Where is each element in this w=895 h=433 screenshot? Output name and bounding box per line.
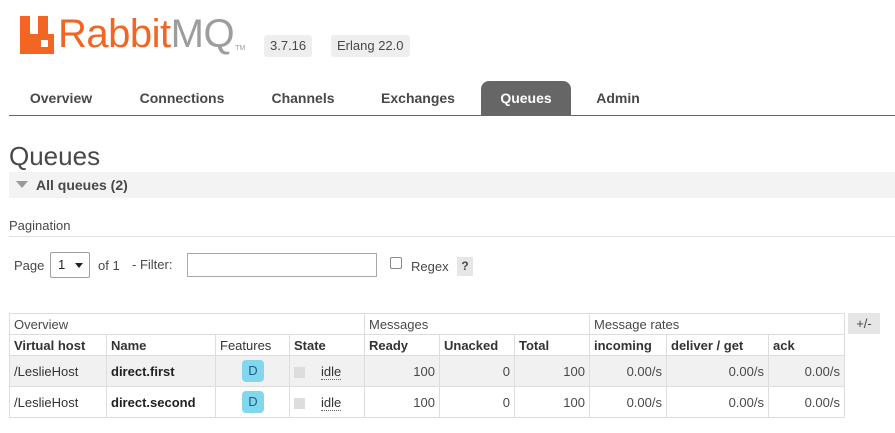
cell-virtual-host: /LeslieHost (9, 386, 107, 418)
column-header-incoming[interactable]: incoming (589, 334, 667, 356)
cell-ack: 0.00/s (768, 386, 845, 418)
regex-help-button[interactable]: ? (457, 257, 473, 276)
cell-deliver-get: 0.00/s (666, 355, 769, 387)
cell-virtual-host: /LeslieHost (9, 355, 107, 387)
erlang-version-badge: Erlang 22.0 (331, 35, 410, 57)
pagination-heading: Pagination (9, 218, 71, 233)
tab-connections[interactable]: Connections (123, 81, 241, 115)
cell-total: 100 (514, 386, 590, 418)
durable-badge: D (242, 391, 264, 413)
page-select[interactable]: 1 (50, 252, 90, 278)
rabbitmq-logo[interactable]: RabbitMQ TM (20, 14, 245, 54)
table-row: /LeslieHost direct.second D idle 100 0 1… (9, 386, 845, 418)
column-header-state[interactable]: State (289, 334, 365, 356)
cell-incoming: 0.00/s (589, 355, 667, 387)
cell-features: D (215, 386, 290, 418)
cell-deliver-get: 0.00/s (666, 386, 769, 418)
column-toggle-button[interactable]: +/- (848, 313, 880, 334)
all-queues-section-toggle[interactable]: All queues (2) (9, 172, 895, 198)
cell-state: idle (289, 355, 365, 387)
state-indicator-icon (294, 397, 305, 409)
cell-ready: 100 (364, 386, 440, 418)
state-text: idle (321, 394, 342, 411)
column-header-ack[interactable]: ack (768, 334, 845, 356)
regex-label: Regex (411, 259, 449, 274)
group-header-overview: Overview (9, 313, 365, 335)
filter-input[interactable] (187, 253, 377, 277)
tab-channels[interactable]: Channels (255, 81, 351, 115)
cell-unacked: 0 (439, 355, 515, 387)
dropdown-arrow-icon (75, 263, 83, 268)
logo-tm: TM (235, 45, 246, 52)
tab-admin[interactable]: Admin (583, 81, 653, 115)
group-header-message-rates: Message rates (589, 313, 845, 335)
tab-queues[interactable]: Queues (481, 81, 571, 115)
cell-features: D (215, 355, 290, 387)
cell-total: 100 (514, 355, 590, 387)
header: RabbitMQ TM 3.7.16 Erlang 22.0 (0, 0, 895, 80)
cell-unacked: 0 (439, 386, 515, 418)
table-row: /LeslieHost direct.first D idle 100 0 10… (9, 355, 845, 387)
page-title: Queues (9, 141, 101, 171)
column-header-features: Features (215, 334, 290, 356)
column-header-virtual-host[interactable]: Virtual host (9, 334, 107, 356)
queue-name-link[interactable]: direct.second (106, 386, 216, 418)
page-select-value: 1 (58, 257, 66, 272)
filter-label: - Filter: (132, 257, 173, 272)
column-header-total[interactable]: Total (514, 334, 590, 356)
page-label: Page (14, 258, 45, 273)
rabbitmq-version-badge: 3.7.16 (264, 35, 313, 57)
queue-name-link[interactable]: direct.first (106, 355, 216, 387)
cell-ack: 0.00/s (768, 355, 845, 387)
column-header-deliver-get[interactable]: deliver / get (666, 334, 769, 356)
column-header-name[interactable]: Name (106, 334, 216, 356)
tab-overview[interactable]: Overview (9, 81, 113, 115)
cell-ready: 100 (364, 355, 440, 387)
section-title: All queues (2) (36, 177, 128, 193)
logo-rabbit-text: Rabbit (58, 12, 171, 56)
group-header-messages: Messages (364, 313, 590, 335)
column-header-ready[interactable]: Ready (364, 334, 440, 356)
logo-mq-text: MQ (170, 12, 235, 56)
cell-state: idle (289, 386, 365, 418)
main-nav-tabs: Overview Connections Channels Exchanges … (9, 81, 895, 116)
column-header-unacked[interactable]: Unacked (439, 334, 515, 356)
tab-exchanges[interactable]: Exchanges (365, 81, 471, 115)
state-text: idle (321, 363, 342, 380)
logo-wordmark: RabbitMQ (58, 12, 235, 56)
page-count-label: of 1 (98, 258, 120, 273)
collapse-triangle-icon (16, 181, 28, 188)
cell-incoming: 0.00/s (589, 386, 667, 418)
regex-checkbox[interactable] (390, 257, 402, 269)
rabbitmq-logo-icon (20, 16, 54, 54)
pagination-divider (9, 236, 895, 237)
queues-table: Overview Messages Message rates Virtual … (9, 313, 845, 418)
durable-badge: D (242, 360, 264, 382)
state-indicator-icon (294, 366, 305, 378)
